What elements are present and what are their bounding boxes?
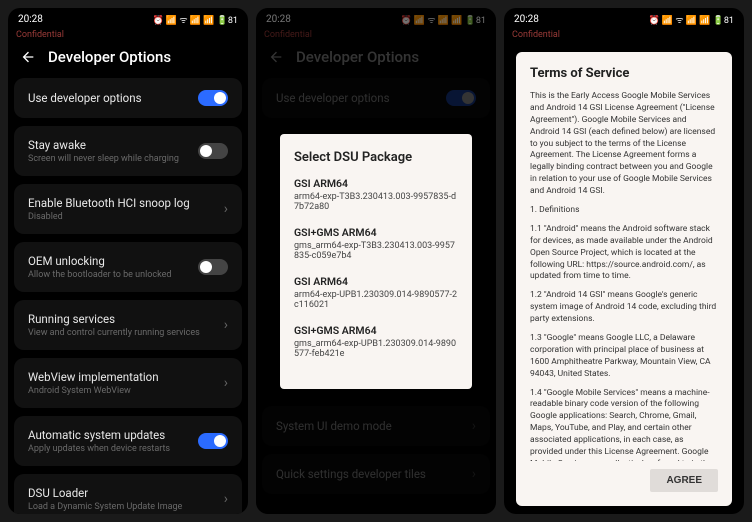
row-title: Use developer options: [28, 91, 198, 105]
chevron-right-icon: ›: [224, 375, 228, 391]
dsu-package-item[interactable]: GSI ARM64 arm64-exp-UPB1.230309.014-9890…: [294, 275, 458, 310]
page-title: Developer Options: [48, 48, 171, 66]
row-auto-update[interactable]: Automatic system updates Apply updates w…: [14, 416, 242, 466]
status-icons: ⏰ 📶 ᯤ 📶 📶 🔋81: [648, 13, 734, 26]
tos-paragraph: 1.4 "Google Mobile Services" means a mac…: [530, 388, 718, 461]
dsu-dialog: Select DSU Package GSI ARM64 arm64-exp-T…: [280, 134, 472, 389]
header: Developer Options: [8, 40, 248, 78]
toggle-oem[interactable]: [198, 259, 228, 275]
pkg-name: GSI+GMS ARM64: [294, 324, 458, 337]
dsu-dialog-title: Select DSU Package: [294, 150, 458, 165]
pkg-detail: arm64-exp-T3B3.230413.003-9957835-d7b72a…: [294, 192, 458, 212]
pkg-name: GSI ARM64: [294, 177, 458, 190]
tos-dialog: Terms of Service This is the Early Acces…: [516, 52, 732, 506]
tos-footer: AGREE: [530, 461, 718, 492]
row-running[interactable]: Running services View and control curren…: [14, 300, 242, 350]
pkg-name: GSI+GMS ARM64: [294, 226, 458, 239]
row-sub: Allow the bootloader to be unlocked: [28, 270, 198, 280]
phone-screen-1: 20:28 ⏰ 📶 ᯤ 📶 📶 🔋81 Confidential Develop…: [8, 8, 248, 514]
row-title: Running services: [28, 312, 224, 326]
toggle-use-dev[interactable]: [198, 90, 228, 106]
row-hci[interactable]: Enable Bluetooth HCI snoop log Disabled …: [14, 184, 242, 234]
row-title: OEM unlocking: [28, 254, 198, 268]
status-time: 20:28: [18, 14, 43, 25]
agree-button[interactable]: AGREE: [650, 469, 718, 492]
row-sub: Disabled: [28, 212, 224, 222]
tos-body: This is the Early Access Google Mobile S…: [530, 91, 718, 461]
tos-paragraph: 1.3 "Google" means Google LLC, a Delawar…: [530, 333, 718, 381]
row-title: DSU Loader: [28, 486, 224, 500]
tos-paragraph: 1. Definitions: [530, 205, 718, 217]
row-dsu[interactable]: DSU Loader Load a Dynamic System Update …: [14, 474, 242, 514]
row-sub: Load a Dynamic System Update Image: [28, 502, 224, 512]
row-title: Enable Bluetooth HCI snoop log: [28, 196, 224, 210]
toggle-stay-awake[interactable]: [198, 143, 228, 159]
chevron-right-icon: ›: [224, 317, 228, 333]
status-bar: 20:28 ⏰ 📶 ᯤ 📶 📶 🔋81: [8, 8, 248, 30]
row-sub: Android System WebView: [28, 386, 224, 396]
phone-screen-3: 20:28 ⏰ 📶 ᯤ 📶 📶 🔋81 Confidential Terms o…: [504, 8, 744, 514]
phone-screen-2: 20:28 ⏰ 📶 ᯤ 📶 📶 🔋81 Confidential Develop…: [256, 8, 496, 514]
pkg-detail: gms_arm64-exp-UPB1.230309.014-9890577-fe…: [294, 339, 458, 359]
confidential-label: Confidential: [8, 30, 248, 40]
chevron-right-icon: ›: [224, 201, 228, 217]
tos-paragraph: 1.2 "Android 14 GSI" means Google's gene…: [530, 290, 718, 326]
confidential-label: Confidential: [504, 30, 744, 40]
tos-paragraph: 1.1 "Android" means the Android software…: [530, 224, 718, 283]
status-time: 20:28: [514, 14, 539, 25]
row-sub: Apply updates when device restarts: [28, 444, 198, 454]
dsu-package-item[interactable]: GSI ARM64 arm64-exp-T3B3.230413.003-9957…: [294, 177, 458, 212]
row-stay-awake[interactable]: Stay awake Screen will never sleep while…: [14, 126, 242, 176]
dialog-overlay[interactable]: Select DSU Package GSI ARM64 arm64-exp-T…: [256, 8, 496, 514]
row-title: WebView implementation: [28, 370, 224, 384]
row-title: Automatic system updates: [28, 428, 198, 442]
tos-paragraph: This is the Early Access Google Mobile S…: [530, 91, 718, 198]
back-icon[interactable]: [20, 49, 36, 65]
dsu-package-item[interactable]: GSI+GMS ARM64 gms_arm64-exp-UPB1.230309.…: [294, 324, 458, 359]
pkg-detail: gms_arm64-exp-T3B3.230413.003-9957835-c0…: [294, 241, 458, 261]
tos-title: Terms of Service: [530, 66, 718, 81]
row-title: Stay awake: [28, 138, 198, 152]
pkg-detail: arm64-exp-UPB1.230309.014-9890577-2c1160…: [294, 290, 458, 310]
chevron-right-icon: ›: [224, 491, 228, 507]
row-webview[interactable]: WebView implementation Android System We…: [14, 358, 242, 408]
toggle-auto-update[interactable]: [198, 433, 228, 449]
pkg-name: GSI ARM64: [294, 275, 458, 288]
row-oem[interactable]: OEM unlocking Allow the bootloader to be…: [14, 242, 242, 292]
dsu-package-item[interactable]: GSI+GMS ARM64 gms_arm64-exp-T3B3.230413.…: [294, 226, 458, 261]
row-sub: Screen will never sleep while charging: [28, 154, 198, 164]
row-use-dev[interactable]: Use developer options: [14, 78, 242, 118]
status-bar: 20:28 ⏰ 📶 ᯤ 📶 📶 🔋81: [504, 8, 744, 30]
status-icons: ⏰ 📶 ᯤ 📶 📶 🔋81: [152, 13, 238, 26]
settings-list: Use developer options Stay awake Screen …: [8, 78, 248, 514]
row-sub: View and control currently running servi…: [28, 328, 224, 338]
